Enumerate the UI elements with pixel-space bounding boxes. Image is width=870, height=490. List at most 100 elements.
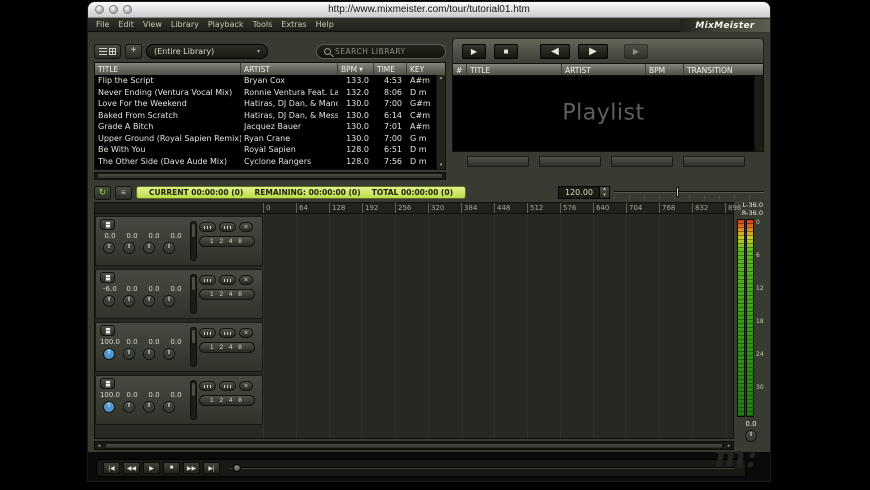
playlist-scrollbar[interactable] <box>754 76 763 151</box>
scroll-left-icon[interactable]: ◂ <box>95 443 103 449</box>
eq-low-knob[interactable] <box>123 401 135 413</box>
beat-length-buttons[interactable]: 1 2 4 8 <box>199 289 255 300</box>
sync-button[interactable] <box>219 381 236 391</box>
spin-down-icon[interactable]: ▾ <box>600 193 609 199</box>
remove-button[interactable]: × <box>239 275 253 285</box>
sync-button[interactable] <box>219 328 236 338</box>
track-clip-button[interactable] <box>100 272 115 283</box>
lane-scrollbar[interactable] <box>190 380 197 420</box>
beat-length-buttons[interactable]: 1 2 4 8 <box>199 236 255 247</box>
list-options-button[interactable]: ≡ <box>115 186 132 200</box>
menu-item[interactable]: Edit <box>118 20 134 29</box>
sync-button[interactable] <box>219 275 236 285</box>
transport-button[interactable]: |◀ <box>103 462 120 474</box>
volume-knob[interactable] <box>103 295 115 307</box>
transport-button[interactable]: ◀◀ <box>123 462 140 474</box>
scroll-down-icon[interactable]: ▾ <box>440 162 443 169</box>
column-header-title[interactable]: TITLE <box>467 64 562 75</box>
library-track-row[interactable]: Never Ending (Ventura Vocal Mix) Ronnie … <box>95 87 445 99</box>
eq-low-knob[interactable] <box>123 295 135 307</box>
menu-item[interactable]: Tools <box>253 20 273 29</box>
playlist-transport-button[interactable]: ■ <box>494 44 518 59</box>
loop-button[interactable] <box>199 328 216 338</box>
column-header-title[interactable]: TITLE <box>95 63 241 75</box>
library-track-row[interactable]: Flip the Script Bryan Cox 133.0 4:53 A#m <box>95 75 445 87</box>
playlist-body[interactable]: Playlist <box>452 75 764 152</box>
playlist-slot-button[interactable] <box>539 156 601 167</box>
menu-item[interactable]: View <box>143 20 162 29</box>
playlist-transport-button[interactable]: ▶ <box>578 44 608 59</box>
column-header-artist[interactable]: ARTIST <box>562 64 646 75</box>
track-clip-button[interactable] <box>100 219 115 230</box>
menu-item[interactable]: Help <box>316 20 334 29</box>
column-header-bpm[interactable]: BPM▼ <box>338 63 374 75</box>
playlist-transport-button[interactable]: ◀ <box>540 44 570 59</box>
timeline-horizontal-scrollbar[interactable]: ◂ ▸ <box>94 441 734 450</box>
lane-scrollbar[interactable] <box>190 327 197 367</box>
timeline-grid[interactable] <box>263 214 733 438</box>
eq-high-knob[interactable] <box>163 401 175 413</box>
sync-button[interactable] <box>219 222 236 232</box>
scrollbar-thumb[interactable] <box>105 443 723 449</box>
library-track-row[interactable]: Grade A Bitch Jacquez Bauer 130.0 7:01 A… <box>95 121 445 133</box>
zoom-button[interactable] <box>123 5 132 14</box>
column-header-time[interactable]: TIME <box>374 63 407 75</box>
slider-handle[interactable] <box>676 187 679 197</box>
minimize-button[interactable] <box>109 5 118 14</box>
eq-high-knob[interactable] <box>163 295 175 307</box>
library-track-row[interactable]: Baked From Scratch Hatiras, DJ Dan, & Me… <box>95 110 445 122</box>
slider-handle[interactable] <box>233 464 241 472</box>
track-clip-button[interactable] <box>100 378 115 389</box>
transport-button[interactable]: ■ <box>163 462 180 474</box>
eq-high-knob[interactable] <box>163 348 175 360</box>
playlist-slot-button[interactable] <box>467 156 529 167</box>
volume-knob[interactable] <box>103 348 115 360</box>
remove-button[interactable]: × <box>239 222 253 232</box>
lane-scrollbar[interactable] <box>190 274 197 314</box>
library-track-row[interactable]: Upper Ground (Royal Sapien Remix) Ryan C… <box>95 133 445 145</box>
playlist-slot-button[interactable] <box>611 156 673 167</box>
library-track-row[interactable]: The Other Side (Dave Aude Mix) Cyclone R… <box>95 156 445 168</box>
eq-low-knob[interactable] <box>123 348 135 360</box>
scroll-up-icon[interactable]: ▴ <box>440 75 443 82</box>
volume-knob[interactable] <box>103 242 115 254</box>
loop-mode-button[interactable]: ↻ <box>94 186 111 200</box>
library-track-row[interactable]: Love For the Weekend Hatiras, DJ Dan, & … <box>95 98 445 110</box>
menu-item[interactable]: Playback <box>208 20 244 29</box>
timeline-ruler[interactable]: 0641281922563203844485125766407047688328… <box>94 202 734 214</box>
eq-high-knob[interactable] <box>163 242 175 254</box>
eq-mid-knob[interactable] <box>143 401 155 413</box>
tempo-spinner[interactable]: 120.00 ▴ ▾ <box>558 186 610 199</box>
playlist-transport-button[interactable]: ▶ <box>462 44 486 59</box>
library-track-row[interactable]: Be With You Royal Sapien 128.0 6:51 D m <box>95 144 445 156</box>
transport-button[interactable]: ▶| <box>203 462 220 474</box>
column-header-number[interactable]: # <box>453 64 467 75</box>
library-vertical-scrollbar[interactable]: ▴ ▾ <box>436 75 445 169</box>
add-track-button[interactable]: + <box>125 44 142 59</box>
remove-button[interactable]: × <box>239 328 253 338</box>
library-filter-dropdown[interactable]: (Entire Library) ▾ <box>146 44 268 59</box>
scrollbar-thumb[interactable] <box>97 173 443 179</box>
column-header-artist[interactable]: ARTIST <box>241 63 338 75</box>
library-horizontal-scrollbar[interactable] <box>94 172 446 180</box>
menu-item[interactable]: Extras <box>281 20 306 29</box>
playlist-transport-button[interactable]: ▶ <box>624 44 648 59</box>
loop-button[interactable] <box>199 275 216 285</box>
volume-knob[interactable] <box>103 401 115 413</box>
transport-button[interactable]: ▶▶ <box>183 462 200 474</box>
playlist-slot-button[interactable] <box>683 156 745 167</box>
remove-button[interactable]: × <box>239 381 253 391</box>
track-clip-button[interactable] <box>100 325 115 336</box>
column-header-bpm[interactable]: BPM <box>646 64 684 75</box>
tempo-slider[interactable] <box>614 186 764 199</box>
eq-mid-knob[interactable] <box>143 295 155 307</box>
view-toggle-button[interactable] <box>94 44 121 59</box>
menu-item[interactable]: Library <box>171 20 199 29</box>
browser-titlebar[interactable]: http://www.mixmeister.com/tour/tutorial0… <box>88 2 770 18</box>
search-input[interactable]: SEARCH LIBRARY <box>316 44 446 59</box>
column-header-transition[interactable]: TRANSITION <box>684 64 763 75</box>
seek-slider[interactable] <box>229 462 739 474</box>
loop-button[interactable] <box>199 381 216 391</box>
beat-length-buttons[interactable]: 1 2 4 8 <box>199 395 255 406</box>
beat-length-buttons[interactable]: 1 2 4 8 <box>199 342 255 353</box>
